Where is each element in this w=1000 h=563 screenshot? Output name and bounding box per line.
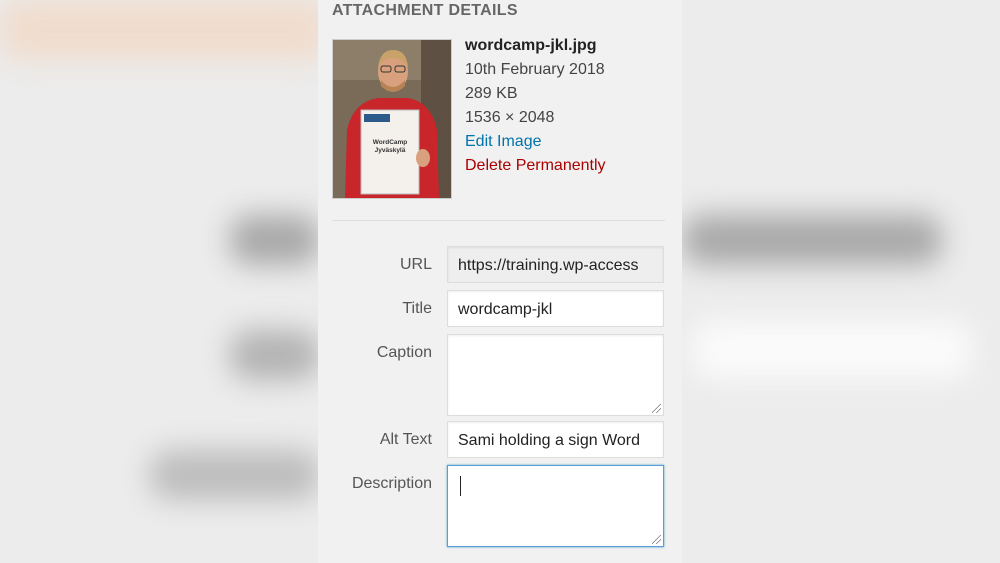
alt-text-field[interactable]: Sami holding a sign Word xyxy=(447,421,664,458)
edit-image-link[interactable]: Edit Image xyxy=(465,130,606,154)
delete-permanently-link[interactable]: Delete Permanently xyxy=(465,154,606,178)
file-size: 289 KB xyxy=(465,85,518,102)
resize-handle-icon[interactable] xyxy=(652,535,661,544)
image-dimensions: 1536 × 2048 xyxy=(465,109,555,126)
file-name: wordcamp-jkl.jpg xyxy=(465,37,597,54)
title-label: Title xyxy=(402,300,432,317)
blurred-background-right xyxy=(682,0,1000,563)
description-textarea[interactable] xyxy=(447,465,664,547)
attachment-thumbnail: WordCamp Jyväskylä xyxy=(332,39,452,199)
url-field[interactable]: https://training.wp-access xyxy=(447,246,664,283)
divider xyxy=(332,220,665,221)
upload-date: 10th February 2018 xyxy=(465,61,605,78)
text-cursor xyxy=(460,476,461,496)
title-field[interactable]: wordcamp-jkl xyxy=(447,290,664,327)
attachment-info: wordcamp-jkl.jpg 10th February 2018 289 … xyxy=(465,34,606,178)
attachment-details-panel: ATTACHMENT DETAILS WordCamp Jyväskylä wo… xyxy=(318,0,682,563)
sign-line-2: Jyväskylä xyxy=(375,147,406,154)
description-label: Description xyxy=(351,475,432,492)
caption-label: Caption xyxy=(376,344,432,361)
alt-text-label: Alt Text xyxy=(379,431,432,448)
url-label: URL xyxy=(399,256,432,273)
caption-textarea[interactable] xyxy=(447,334,664,416)
blurred-background-left xyxy=(0,0,330,563)
panel-heading: ATTACHMENT DETAILS xyxy=(332,2,518,19)
sign-line-1: WordCamp xyxy=(373,139,408,146)
resize-handle-icon[interactable] xyxy=(652,404,661,413)
